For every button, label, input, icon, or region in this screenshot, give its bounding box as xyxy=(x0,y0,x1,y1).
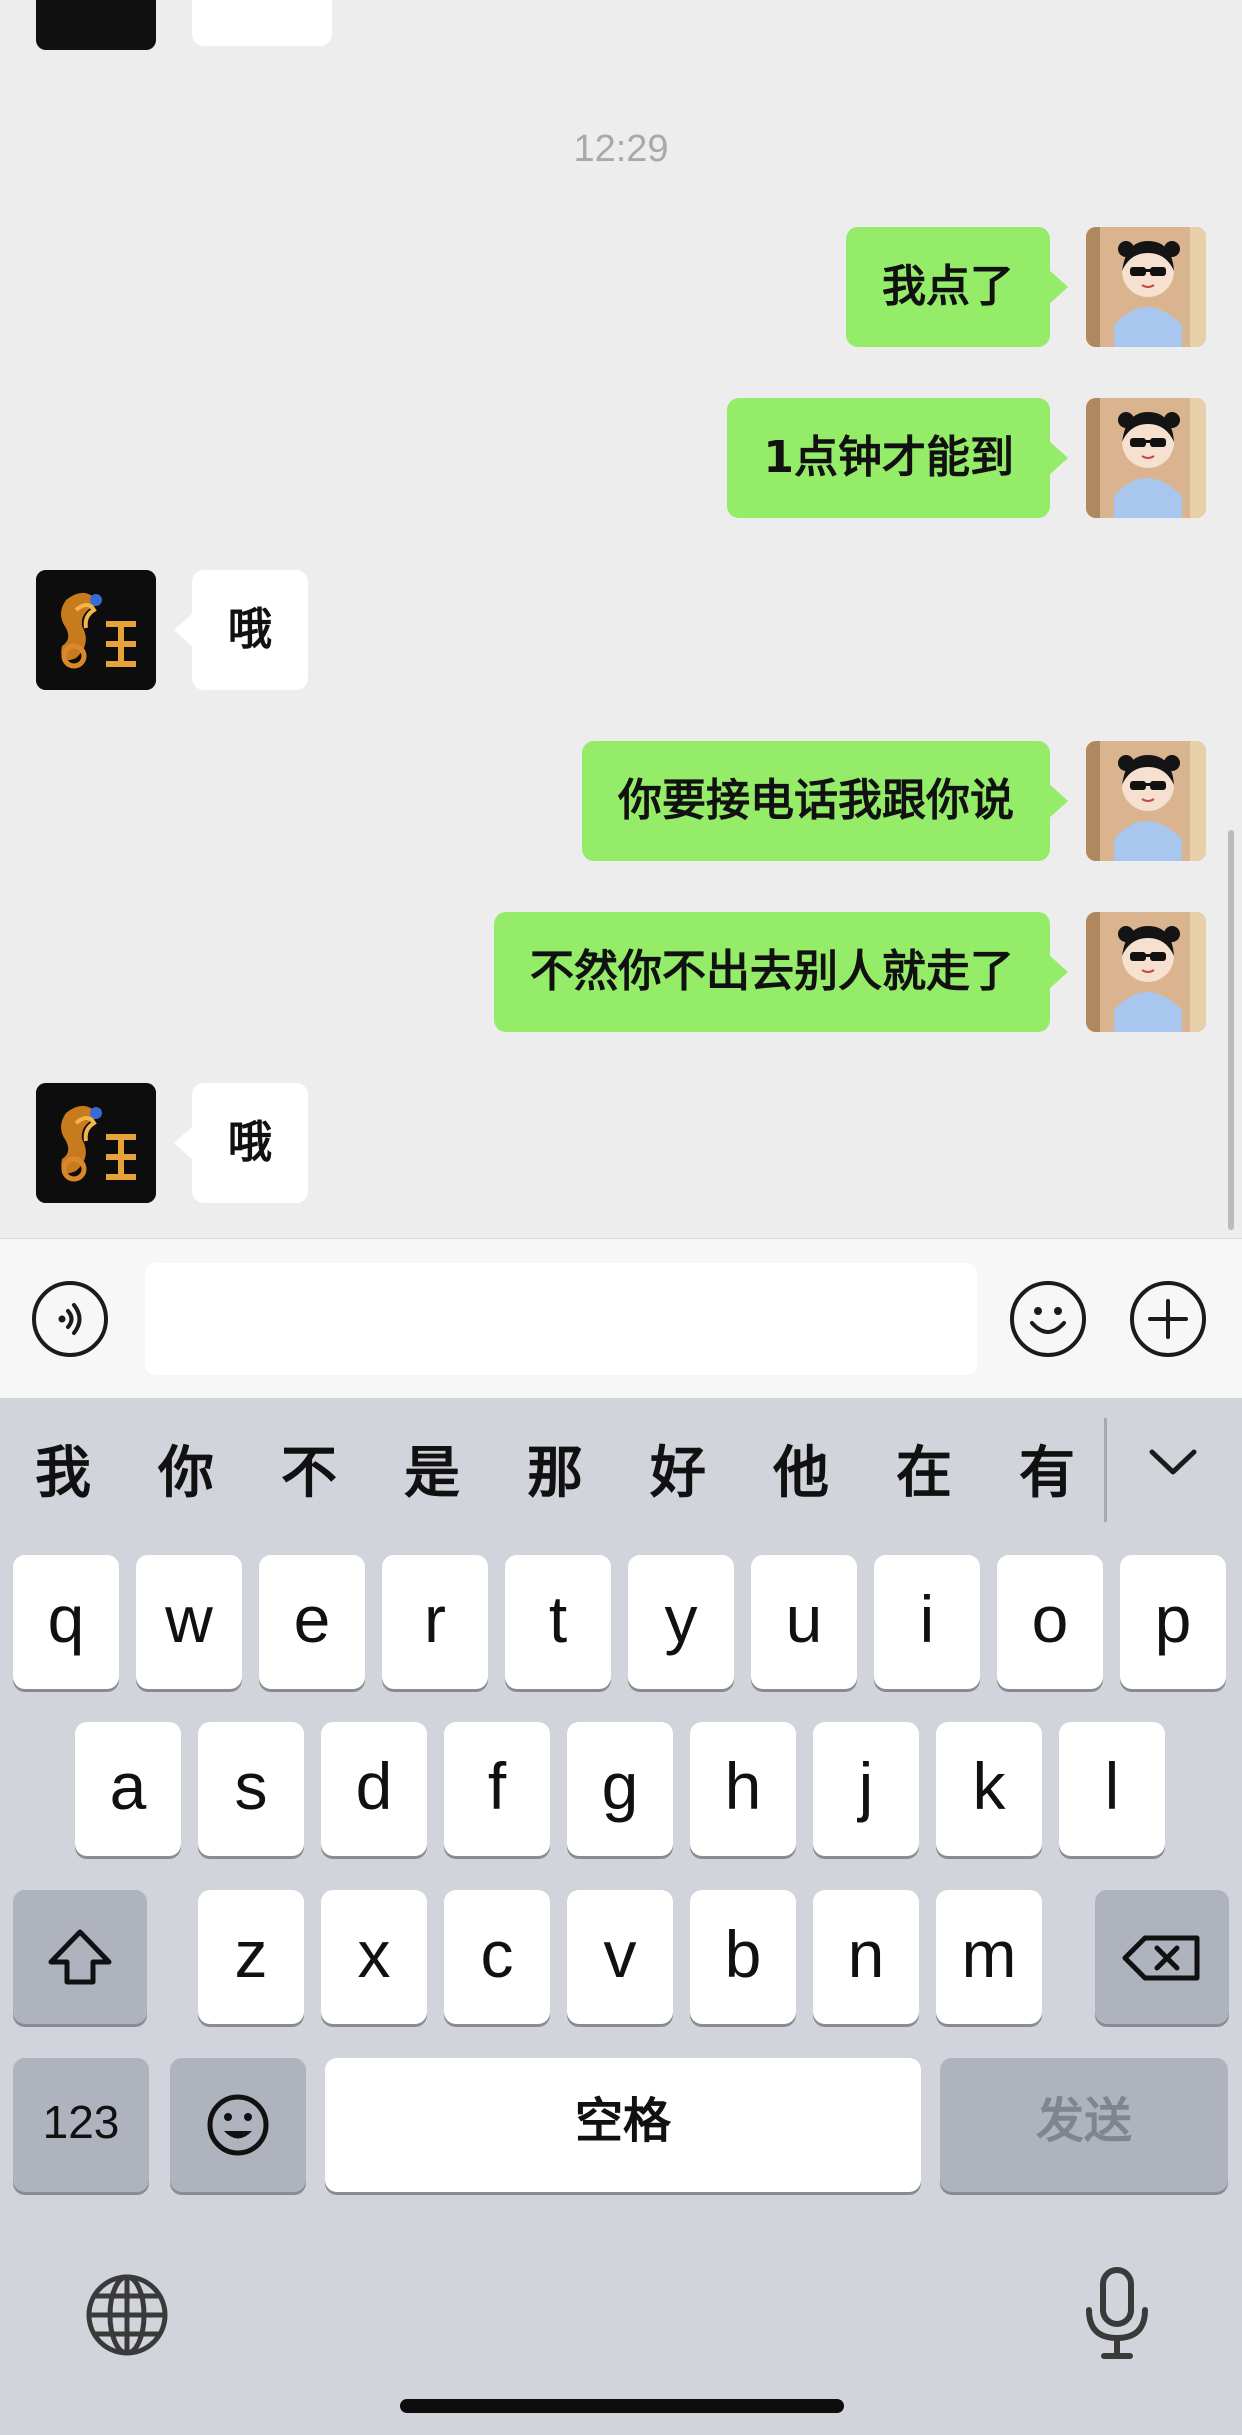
emoji-icon xyxy=(207,2094,269,2156)
candidate-word[interactable]: 不 xyxy=(264,1428,354,1509)
plus-icon[interactable] xyxy=(1130,1281,1206,1357)
my-message-bubble[interactable]: 1点钟才能到 xyxy=(727,398,1068,518)
my-message-bubble[interactable]: 我点了 xyxy=(846,227,1068,347)
girl-avatar-icon xyxy=(1086,741,1206,861)
key-s[interactable]: s xyxy=(198,1722,304,1856)
key-n[interactable]: n xyxy=(813,1890,919,2024)
candidate-divider xyxy=(1104,1418,1107,1522)
my-avatar[interactable] xyxy=(1086,741,1206,861)
my-avatar[interactable] xyxy=(1086,398,1206,518)
dragon-avatar-icon xyxy=(36,570,156,690)
key-i[interactable]: i xyxy=(874,1555,980,1689)
globe-icon[interactable] xyxy=(80,2268,174,2362)
home-indicator[interactable] xyxy=(400,2399,844,2413)
voice-icon[interactable] xyxy=(32,1281,108,1357)
key-y[interactable]: y xyxy=(628,1555,734,1689)
key-h[interactable]: h xyxy=(690,1722,796,1856)
girl-avatar-icon xyxy=(1086,227,1206,347)
shift-key[interactable] xyxy=(13,1890,147,2024)
keyboard: 我 你 不 是 那 好 他 在 有 q w e r t y u i o p a … xyxy=(0,1398,1242,2435)
candidate-word[interactable]: 好 xyxy=(633,1428,723,1509)
my-avatar[interactable] xyxy=(1086,227,1206,347)
delete-key[interactable] xyxy=(1095,1890,1229,2024)
candidate-word[interactable]: 在 xyxy=(879,1428,969,1509)
key-m[interactable]: m xyxy=(936,1890,1042,2024)
candidate-word[interactable]: 我 xyxy=(18,1428,108,1509)
numbers-key[interactable]: 123 xyxy=(13,2058,149,2192)
key-j[interactable]: j xyxy=(813,1722,919,1856)
key-e[interactable]: e xyxy=(259,1555,365,1689)
input-bar xyxy=(0,1238,1242,1399)
key-o[interactable]: o xyxy=(997,1555,1103,1689)
key-p[interactable]: p xyxy=(1120,1555,1226,1689)
chevron-down-icon[interactable] xyxy=(1138,1434,1208,1494)
my-message-bubble[interactable]: 不然你不出去别人就走了 xyxy=(494,912,1068,1032)
partial-message-bubble xyxy=(192,0,332,46)
send-key[interactable]: 发送 xyxy=(940,2058,1228,2192)
message-timestamp: 12:29 xyxy=(573,128,669,170)
girl-avatar-icon xyxy=(1086,912,1206,1032)
key-v[interactable]: v xyxy=(567,1890,673,2024)
emoji-key[interactable] xyxy=(170,2058,306,2192)
key-t[interactable]: t xyxy=(505,1555,611,1689)
key-z[interactable]: z xyxy=(198,1890,304,2024)
key-q[interactable]: q xyxy=(13,1555,119,1689)
key-k[interactable]: k xyxy=(936,1722,1042,1856)
key-l[interactable]: l xyxy=(1059,1722,1165,1856)
key-d[interactable]: d xyxy=(321,1722,427,1856)
candidate-word[interactable]: 有 xyxy=(1002,1428,1092,1509)
key-w[interactable]: w xyxy=(136,1555,242,1689)
my-message-bubble[interactable]: 你要接电话我跟你说 xyxy=(582,741,1068,861)
candidate-word[interactable]: 他 xyxy=(756,1428,846,1509)
candidate-word[interactable]: 是 xyxy=(387,1428,477,1509)
key-x[interactable]: x xyxy=(321,1890,427,2024)
emoji-icon[interactable] xyxy=(1010,1281,1086,1357)
contact-message-bubble[interactable]: 哦 xyxy=(174,570,308,690)
key-c[interactable]: c xyxy=(444,1890,550,2024)
contact-avatar[interactable] xyxy=(36,1083,156,1203)
key-b[interactable]: b xyxy=(690,1890,796,2024)
chat-area[interactable]: 12:29 我点了 1点钟才能到 哦 你要接电话我跟你说 不然你不出去别人就走了… xyxy=(0,0,1242,1238)
contact-message-bubble[interactable]: 哦 xyxy=(174,1083,308,1203)
candidate-word[interactable]: 那 xyxy=(510,1428,600,1509)
chat-scrollbar[interactable] xyxy=(1228,830,1234,1230)
space-key[interactable]: 空格 xyxy=(325,2058,921,2192)
candidate-word[interactable]: 你 xyxy=(141,1428,231,1509)
microphone-icon[interactable] xyxy=(1072,2264,1162,2364)
girl-avatar-icon xyxy=(1086,398,1206,518)
shift-icon xyxy=(48,1929,112,1985)
key-r[interactable]: r xyxy=(382,1555,488,1689)
key-a[interactable]: a xyxy=(75,1722,181,1856)
key-u[interactable]: u xyxy=(751,1555,857,1689)
delete-icon xyxy=(1122,1935,1200,1981)
my-avatar[interactable] xyxy=(1086,912,1206,1032)
contact-avatar[interactable] xyxy=(36,570,156,690)
dragon-avatar-icon xyxy=(36,1083,156,1203)
key-g[interactable]: g xyxy=(567,1722,673,1856)
message-input[interactable] xyxy=(145,1263,977,1375)
contact-avatar[interactable] xyxy=(36,0,156,50)
key-f[interactable]: f xyxy=(444,1722,550,1856)
